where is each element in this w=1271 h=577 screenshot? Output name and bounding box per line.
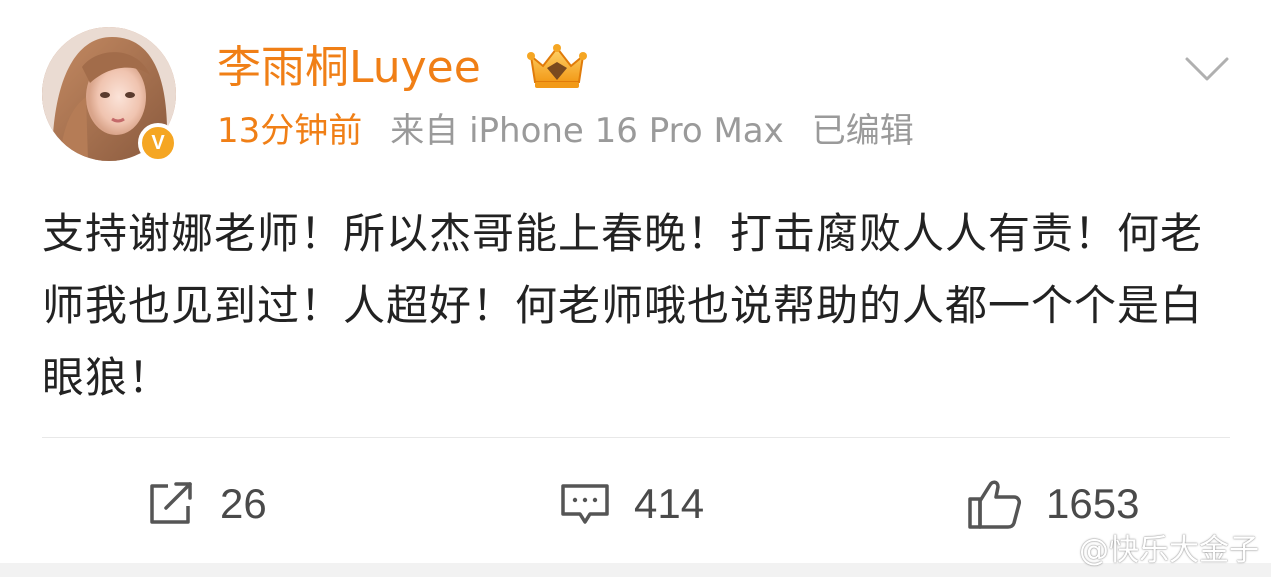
- post-source: 来自 iPhone 16 Pro Max: [390, 111, 784, 151]
- verified-badge-icon: V: [138, 123, 178, 163]
- comment-button[interactable]: 414: [558, 474, 704, 534]
- edited-label[interactable]: 已编辑: [812, 111, 914, 151]
- author-name[interactable]: 李雨桐Luyee: [217, 40, 481, 96]
- post-meta: 13分钟前 来自 iPhone 16 Pro Max 已编辑: [217, 108, 914, 154]
- watermark-text: @快乐大金子: [1079, 533, 1259, 568]
- weibo-post: V 李雨桐Luyee 13分钟前 来自 iPhone 16 Pro Max 已编辑 …: [0, 0, 1271, 577]
- repost-count: 26: [220, 480, 267, 527]
- repost-icon: [150, 482, 192, 524]
- repost-button[interactable]: 26: [146, 474, 267, 534]
- like-count: 1653: [1046, 480, 1140, 527]
- post-text: 支持谢娜老师！所以杰哥能上春晚！打击腐败人人有责！何老师我也见到过！人超好！何老…: [42, 209, 1204, 402]
- comment-icon: [561, 484, 609, 524]
- crown-icon[interactable]: [525, 42, 589, 90]
- avatar[interactable]: V: [42, 27, 178, 163]
- post-time: 13分钟前: [217, 111, 363, 151]
- comment-count: 414: [634, 480, 705, 527]
- watermark: @快乐大金子: [1035, 525, 1259, 569]
- thumbs-up-icon: [968, 480, 1021, 529]
- divider: [42, 437, 1230, 438]
- weibo-logo-icon: [1036, 534, 1074, 563]
- chevron-down-icon[interactable]: [1184, 54, 1230, 84]
